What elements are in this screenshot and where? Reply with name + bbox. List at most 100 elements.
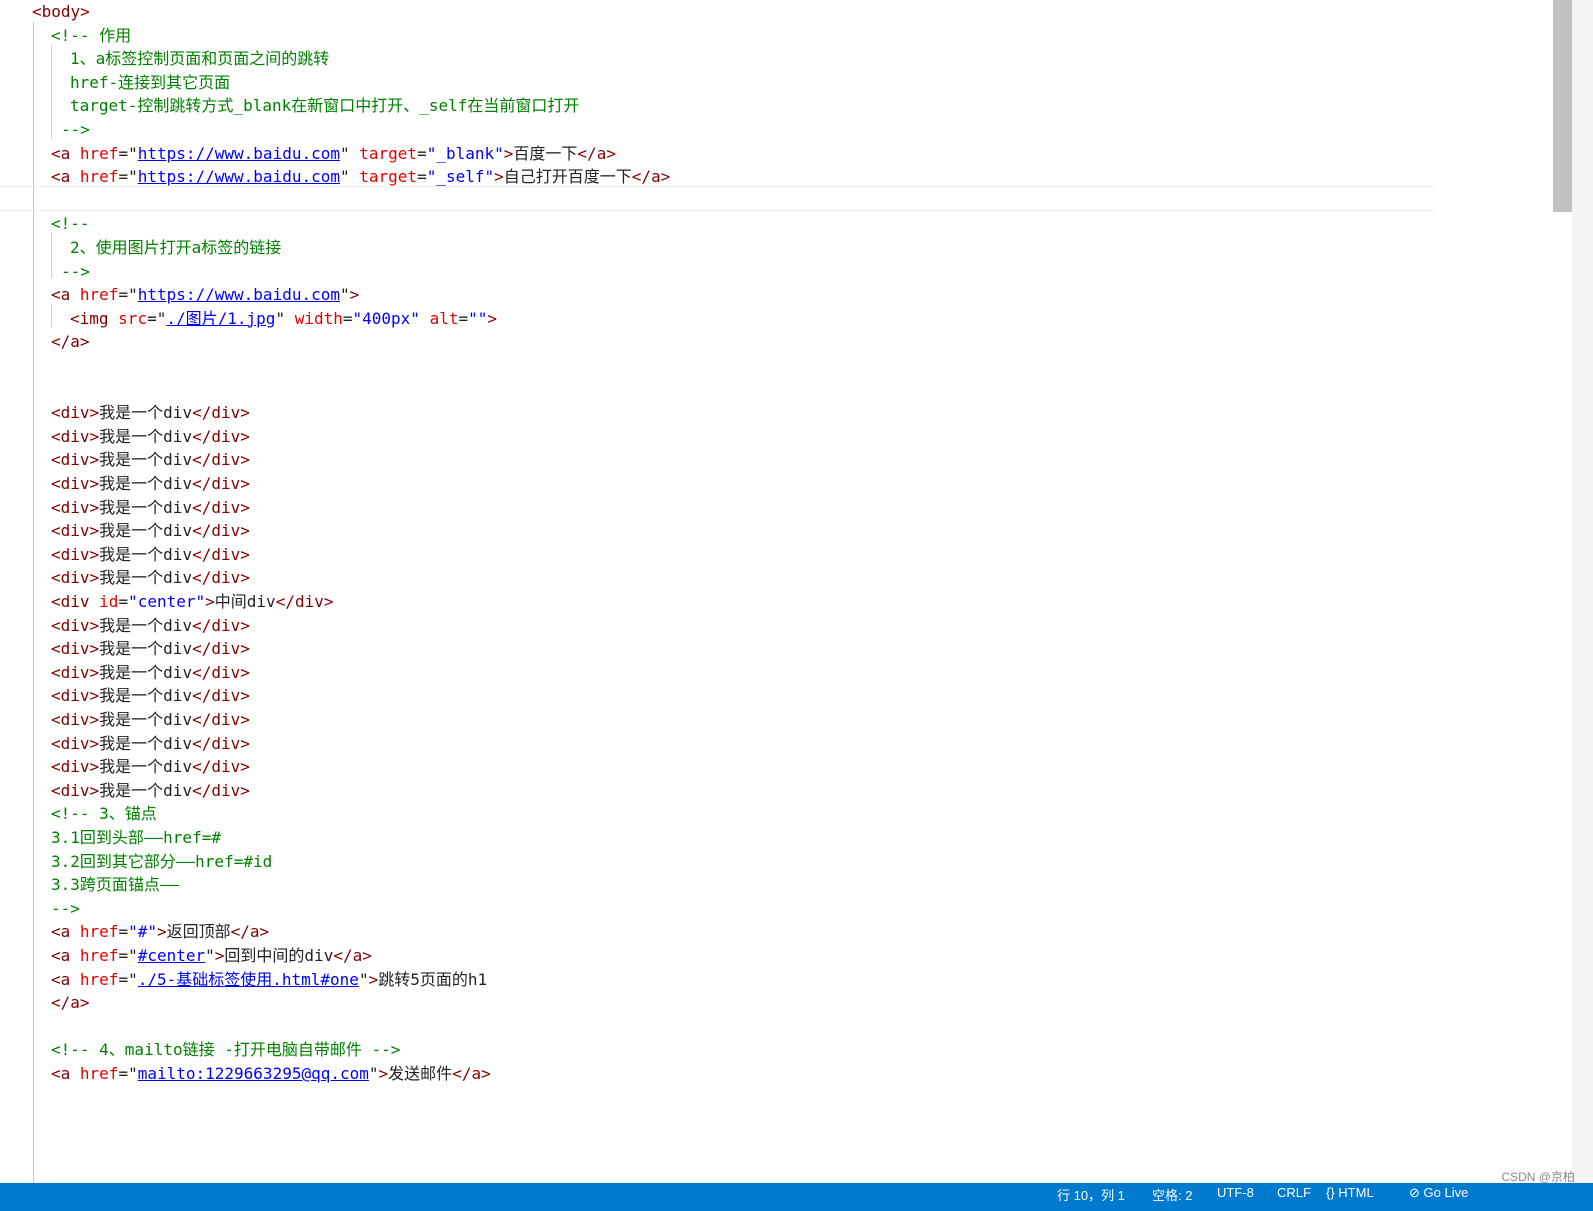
code-line: </a> — [51, 991, 90, 1015]
link-token[interactable]: https://www.baidu.com — [138, 144, 340, 163]
code-token: <div> — [51, 733, 100, 753]
code-line: 1、a标签控制页面和页面之间的跳转 — [70, 47, 329, 71]
code-token: = — [458, 308, 469, 328]
encoding[interactable]: UTF-8 — [1217, 1185, 1254, 1200]
code-token: = — [118, 592, 129, 611]
code-token: </div> — [192, 733, 250, 753]
code-token: <div> — [51, 403, 100, 423]
link-token[interactable]: ./图片/1.jpg — [166, 309, 275, 328]
code-token: </div> — [192, 615, 250, 635]
link-token[interactable]: https://www.baidu.com — [138, 285, 340, 304]
code-token: </div> — [192, 403, 250, 423]
code-token: > — [214, 946, 225, 965]
code-line: <a href="https://www.baidu.com" target="… — [51, 165, 670, 189]
code-token: 中间div — [214, 592, 276, 611]
code-token: <div> — [51, 568, 100, 588]
code-token: 我是一个div — [99, 686, 193, 706]
code-token: " — [368, 1064, 379, 1083]
code-line: <a href="./5-基础标签使用.html#one">跳转5页面的h1 — [51, 968, 487, 992]
code-token: 返回顶部 — [166, 922, 231, 942]
code-token: <!-- — [51, 214, 90, 234]
code-token: 我是一个div — [99, 568, 193, 588]
code-editor[interactable]: <body> <!-- 作用 1、a标签控制页面和页面之间的跳转 href-连接到其它… — [0, 0, 1572, 1204]
code-token: = — [118, 922, 129, 942]
code-token: </div> — [192, 450, 250, 470]
indentation[interactable]: 空格: 2 — [1152, 1185, 1192, 1204]
code-token: </a> — [631, 167, 671, 187]
code-token: </a> — [333, 946, 372, 965]
code-line: --> — [61, 118, 90, 142]
code-token: href — [79, 946, 119, 965]
go-live-button[interactable]: ⊘ Go Live — [1409, 1185, 1468, 1201]
code-token: <div — [51, 592, 100, 611]
indent-guide — [51, 45, 52, 140]
code-token: "center" — [128, 592, 206, 611]
code-token: width — [294, 308, 343, 328]
code-token: target — [359, 143, 418, 163]
code-token: 我是一个div — [99, 474, 193, 493]
link-token[interactable]: mailto:1229663295@qq.com — [138, 1064, 369, 1083]
code-token: target-控制跳转方式_blank在新窗口中打开、_self在当前窗口打开 — [70, 96, 580, 116]
code-token: <div> — [51, 450, 100, 470]
code-token: 我是一个div — [99, 662, 193, 682]
code-token: 回到中间的div — [224, 946, 334, 965]
code-token: </a> — [230, 922, 270, 942]
code-token: <a — [51, 1064, 80, 1083]
code-token: "_blank" — [426, 143, 504, 163]
code-line: <body> — [32, 0, 90, 24]
code-token: " — [340, 167, 360, 187]
code-token: <a — [51, 922, 80, 942]
link-token[interactable]: ./5-基础标签使用.html#one — [138, 970, 359, 989]
code-line: <!-- — [51, 212, 90, 236]
link-token[interactable]: https://www.baidu.com — [138, 167, 340, 186]
code-line: <div>我是一个div</div> — [51, 779, 250, 803]
vertical-scrollbar[interactable] — [1572, 0, 1593, 1183]
code-token: alt — [429, 308, 459, 328]
language-mode[interactable]: {} HTML — [1326, 1185, 1374, 1200]
code-token: " — [358, 969, 369, 989]
code-token: "#" — [128, 922, 157, 942]
code-line: <div>我是一个div</div> — [51, 543, 250, 567]
code-line: <!-- 3、锚点 — [51, 802, 157, 826]
code-token: = — [417, 143, 427, 163]
code-token: <div> — [51, 686, 100, 706]
code-token: id — [99, 592, 119, 611]
code-token: 3.2回到其它部分——href=#id — [51, 851, 273, 871]
code-token: </div> — [192, 686, 250, 706]
code-token: > — [487, 308, 498, 328]
code-line: <div>我是一个div</div> — [51, 755, 250, 779]
link-token[interactable]: #center — [138, 946, 205, 965]
code-line: <div>我是一个div</div> — [51, 472, 250, 496]
code-token: = — [342, 308, 353, 328]
code-line: <div>我是一个div</div> — [51, 496, 250, 520]
code-token: > — [156, 922, 167, 942]
code-token: <a — [51, 167, 80, 187]
code-token: <a — [51, 969, 80, 989]
code-line: <a href="https://www.baidu.com" target="… — [51, 142, 616, 166]
code-token: </div> — [275, 592, 334, 611]
code-token: </div> — [192, 710, 250, 729]
code-token: <div> — [51, 521, 100, 541]
code-token: > — [349, 285, 360, 305]
code-line: <a href="#center">回到中间的div</a> — [51, 944, 372, 968]
indent-guide — [51, 304, 52, 327]
code-token: </a> — [51, 993, 90, 1013]
code-token: > — [378, 1064, 389, 1083]
code-line: target-控制跳转方式_blank在新窗口中打开、_self在当前窗口打开 — [70, 94, 579, 118]
scrollbar-thumb[interactable] — [1553, 0, 1572, 212]
end-of-line[interactable]: CRLF — [1277, 1185, 1311, 1200]
code-token: </div> — [192, 497, 250, 517]
code-line: --> — [51, 897, 80, 921]
code-token: = — [417, 167, 427, 187]
cursor-position[interactable]: 行 10，列 1 — [1057, 1185, 1125, 1204]
code-token: <div> — [51, 780, 100, 800]
code-token: <div> — [51, 757, 100, 777]
code-token: href — [79, 285, 119, 305]
code-token: </div> — [192, 757, 250, 777]
code-token: 2、使用图片打开a标签的链接 — [70, 238, 282, 257]
code-line: <div>我是一个div</div> — [51, 448, 250, 472]
code-token: 我是一个div — [99, 615, 193, 635]
code-token: <!-- 3、锚点 — [51, 804, 157, 824]
code-token: 自己打开百度一下 — [503, 167, 632, 187]
